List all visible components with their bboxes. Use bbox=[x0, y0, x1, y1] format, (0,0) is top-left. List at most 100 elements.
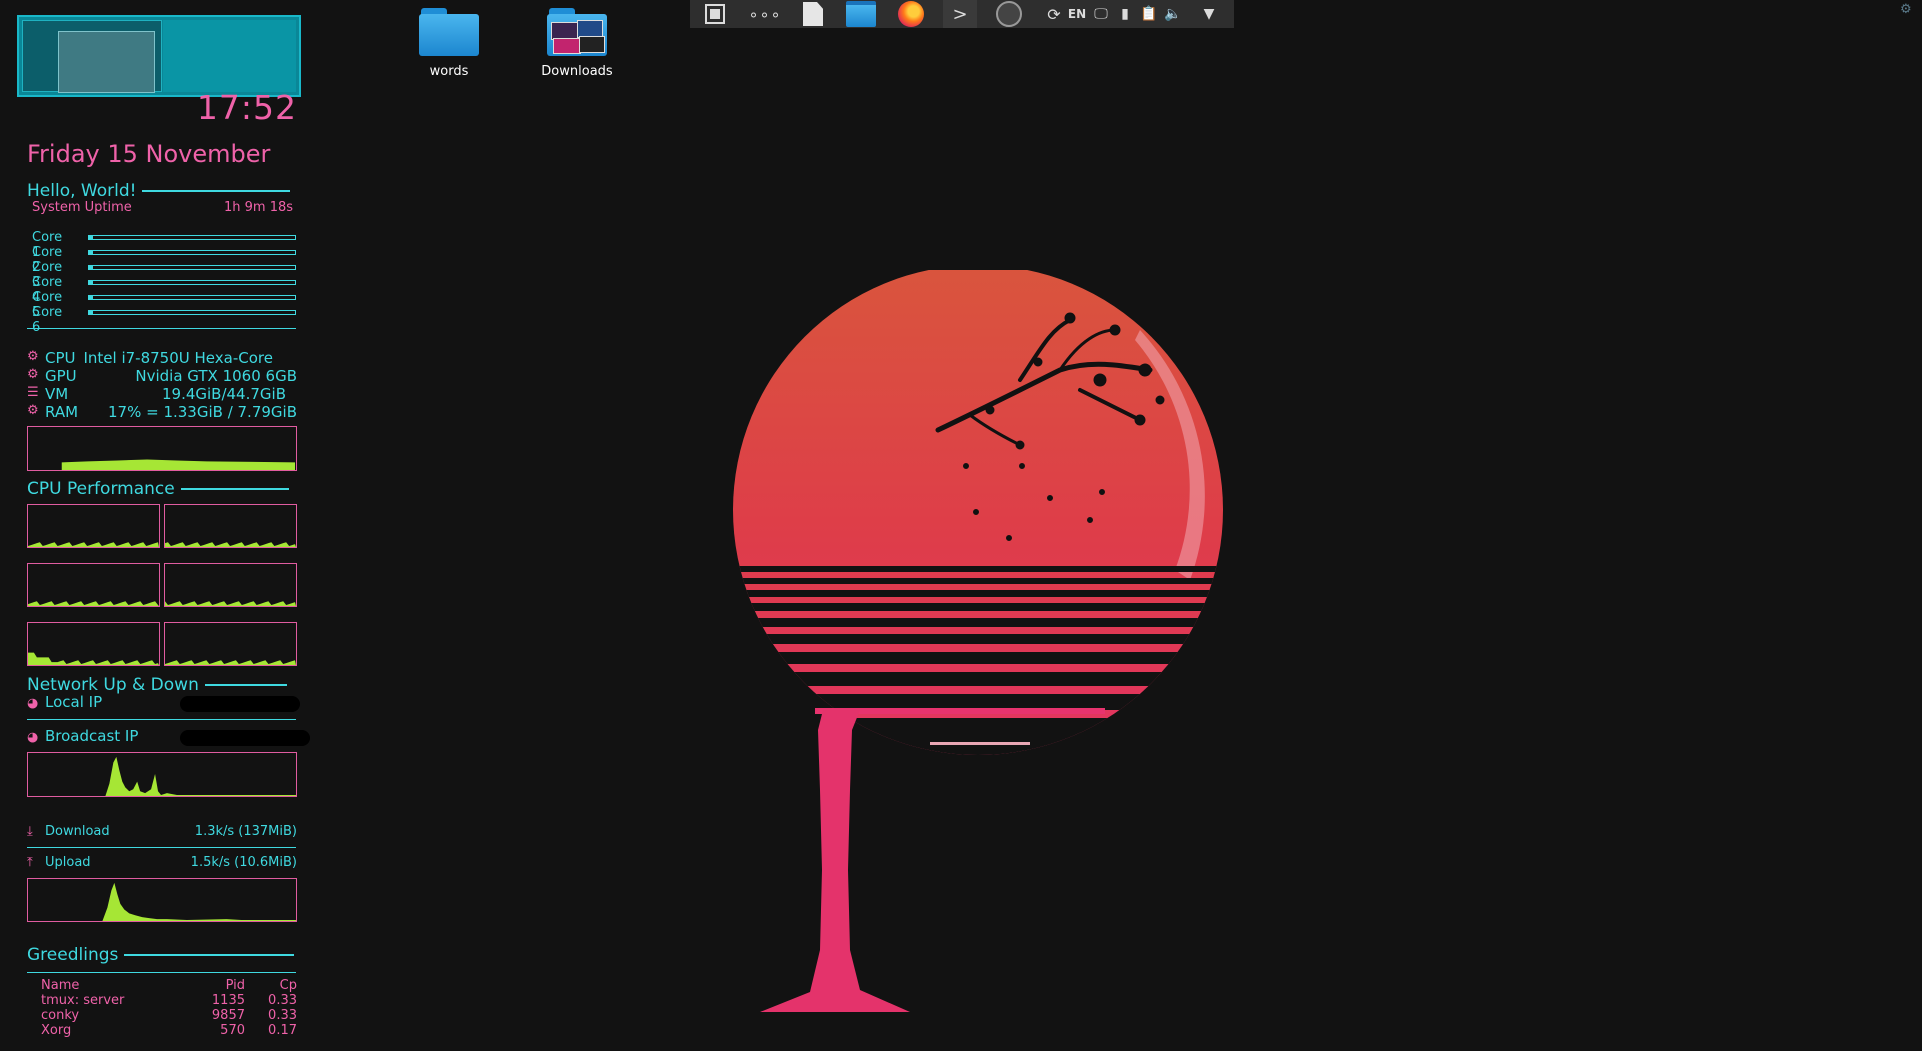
spec-cpu: ⚙ CPU Intel i7-8750U Hexa-Core bbox=[27, 349, 297, 367]
desktop-icon-label: words bbox=[429, 64, 469, 79]
firefox-icon bbox=[898, 1, 924, 27]
tray-expand-button[interactable]: ▼ bbox=[1195, 0, 1223, 28]
upload-graph bbox=[27, 878, 297, 922]
process-name: conky bbox=[41, 1008, 80, 1023]
system-specs: ⚙ CPU Intel i7-8750U Hexa-Core ⚙ GPU Nvi… bbox=[27, 349, 297, 421]
spec-ram-label: RAM bbox=[45, 403, 79, 421]
core-usage-fill bbox=[89, 311, 94, 314]
terminal-launcher[interactable]: > bbox=[943, 0, 977, 28]
process-cp: 0.33 bbox=[268, 993, 297, 1008]
desktop-icon-words[interactable]: words bbox=[394, 8, 504, 79]
cpu-core-graph bbox=[164, 563, 297, 607]
redacted-ip bbox=[180, 696, 300, 712]
cogs-icon: ⚙ bbox=[27, 403, 39, 418]
uptime-label: System Uptime bbox=[32, 200, 132, 215]
spec-vm-label: VM bbox=[45, 385, 69, 403]
battery-applet[interactable]: ▮ bbox=[1114, 0, 1136, 28]
show-desktop-button[interactable] bbox=[700, 0, 730, 28]
core-usage-bar bbox=[88, 280, 296, 285]
workspace-1[interactable] bbox=[22, 20, 162, 93]
clipboard-applet[interactable]: 📋 bbox=[1138, 0, 1160, 28]
core-label: Core 6 bbox=[32, 305, 63, 335]
clipboard-icon: 📋 bbox=[1140, 6, 1158, 22]
ram-graph bbox=[27, 426, 297, 471]
update-applet[interactable]: ⟳ bbox=[1044, 0, 1064, 28]
ram-graph-plot bbox=[61, 459, 296, 470]
core-usage-fill bbox=[89, 251, 94, 254]
uptime-value: 1h 9m 18s bbox=[224, 200, 294, 215]
folder-icon bbox=[419, 8, 479, 56]
core-usage-fill bbox=[89, 266, 94, 269]
core-usage-bar bbox=[88, 265, 296, 270]
clock-time: 17:52 bbox=[196, 88, 297, 127]
pager-window-thumbnail bbox=[58, 31, 155, 93]
spec-cpu-label: CPU bbox=[45, 349, 76, 367]
download-value: 1.3k/s (137MiB) bbox=[194, 824, 297, 839]
heading-rule bbox=[124, 954, 295, 956]
workspace-2[interactable] bbox=[163, 20, 296, 92]
process-name: tmux: server bbox=[41, 993, 125, 1008]
keyboard-layout-indicator[interactable]: EN bbox=[1066, 0, 1088, 28]
taskbar: ∘∘∘ > ⟳ EN 🖵 ▮ 📋 🔈 ▼ bbox=[690, 0, 1234, 28]
network-heading: Network Up & Down bbox=[27, 675, 287, 695]
process-row: conky 9857 0.33 bbox=[41, 1008, 297, 1023]
desktop-icon-label: Downloads bbox=[541, 64, 613, 79]
database-icon: ☰ bbox=[27, 385, 39, 400]
divider bbox=[27, 719, 296, 720]
greedlings-title: Greedlings bbox=[27, 945, 119, 965]
desktop-icon-downloads[interactable]: Downloads bbox=[522, 8, 632, 79]
upload-icon: ⤒ bbox=[27, 855, 33, 870]
spec-gpu-value: Nvidia GTX 1060 6GB bbox=[135, 367, 297, 385]
broadcast-ip-row: ◕ Broadcast IP bbox=[27, 727, 138, 745]
date-label: Friday 15 November bbox=[27, 140, 271, 168]
greedlings-heading: Greedlings bbox=[27, 945, 295, 965]
spec-ram: ⚙ RAM 17% = 1.33GiB / 7.79GiB bbox=[27, 403, 297, 421]
process-row: Xorg 570 0.17 bbox=[41, 1023, 297, 1038]
volume-applet[interactable]: 🔈 bbox=[1162, 0, 1184, 28]
upload-value: 1.5k/s (10.6MiB) bbox=[190, 855, 297, 870]
cpu-core-graph bbox=[164, 622, 297, 666]
download-label: Download bbox=[45, 824, 110, 839]
text-editor-launcher[interactable] bbox=[798, 0, 828, 28]
upload-row: ⤒ Upload 1.5k/s (10.6MiB) bbox=[27, 855, 297, 870]
settings-gear-icon[interactable]: ⚙ bbox=[1900, 2, 1914, 17]
cpu-core-graph bbox=[27, 504, 160, 548]
workspace-pager[interactable] bbox=[17, 15, 301, 97]
core-usage-bar bbox=[88, 235, 296, 240]
globe-icon: ◕ bbox=[27, 730, 39, 745]
network-applet[interactable]: 🖵 bbox=[1090, 0, 1112, 28]
folder-image-icon bbox=[547, 8, 607, 56]
dots-icon: ∘∘∘ bbox=[748, 4, 782, 24]
spec-gpu: ⚙ GPU Nvidia GTX 1060 6GB bbox=[27, 367, 297, 385]
file-manager-launcher[interactable] bbox=[844, 0, 878, 28]
network-title: Network Up & Down bbox=[27, 675, 199, 695]
spec-cpu-value: Intel i7-8750U Hexa-Core bbox=[83, 349, 273, 367]
clock-icon bbox=[996, 1, 1022, 27]
spec-gpu-label: GPU bbox=[45, 367, 77, 385]
process-header-cp: Cp bbox=[279, 978, 297, 993]
app-menu-button[interactable]: ∘∘∘ bbox=[748, 0, 782, 28]
wallpaper-sunset bbox=[733, 270, 1223, 1012]
heading-rule bbox=[204, 684, 287, 686]
folder-icon bbox=[846, 1, 876, 27]
process-header-name: Name bbox=[41, 978, 80, 993]
upload-label: Upload bbox=[45, 855, 91, 870]
clock-applet[interactable] bbox=[992, 0, 1026, 28]
cpu-performance-title: CPU Performance bbox=[27, 479, 175, 499]
process-pid: 570 bbox=[220, 1023, 245, 1038]
firefox-launcher[interactable] bbox=[894, 0, 928, 28]
cpu-core-graph bbox=[164, 504, 297, 548]
heading-rule bbox=[142, 190, 291, 192]
document-icon bbox=[803, 2, 823, 26]
terminal-icon: > bbox=[952, 3, 968, 25]
process-row: tmux: server 1135 0.33 bbox=[41, 993, 297, 1008]
process-rows: tmux: server 1135 0.33 conky 9857 0.33 Xorg 570… bbox=[41, 993, 297, 1038]
process-table: Name Pid Cp tmux: server 1135 0.33 conky 985… bbox=[41, 978, 297, 1038]
core-usage-fill bbox=[89, 296, 94, 299]
local-ip-row: ◕ Local IP bbox=[27, 693, 102, 711]
cpu-core-graph bbox=[27, 622, 160, 666]
greeting-text: Hello, World! bbox=[27, 181, 137, 201]
divider bbox=[27, 847, 296, 848]
download-row: ⤓ Download 1.3k/s (137MiB) bbox=[27, 824, 297, 839]
core-usage-bar bbox=[88, 250, 296, 255]
